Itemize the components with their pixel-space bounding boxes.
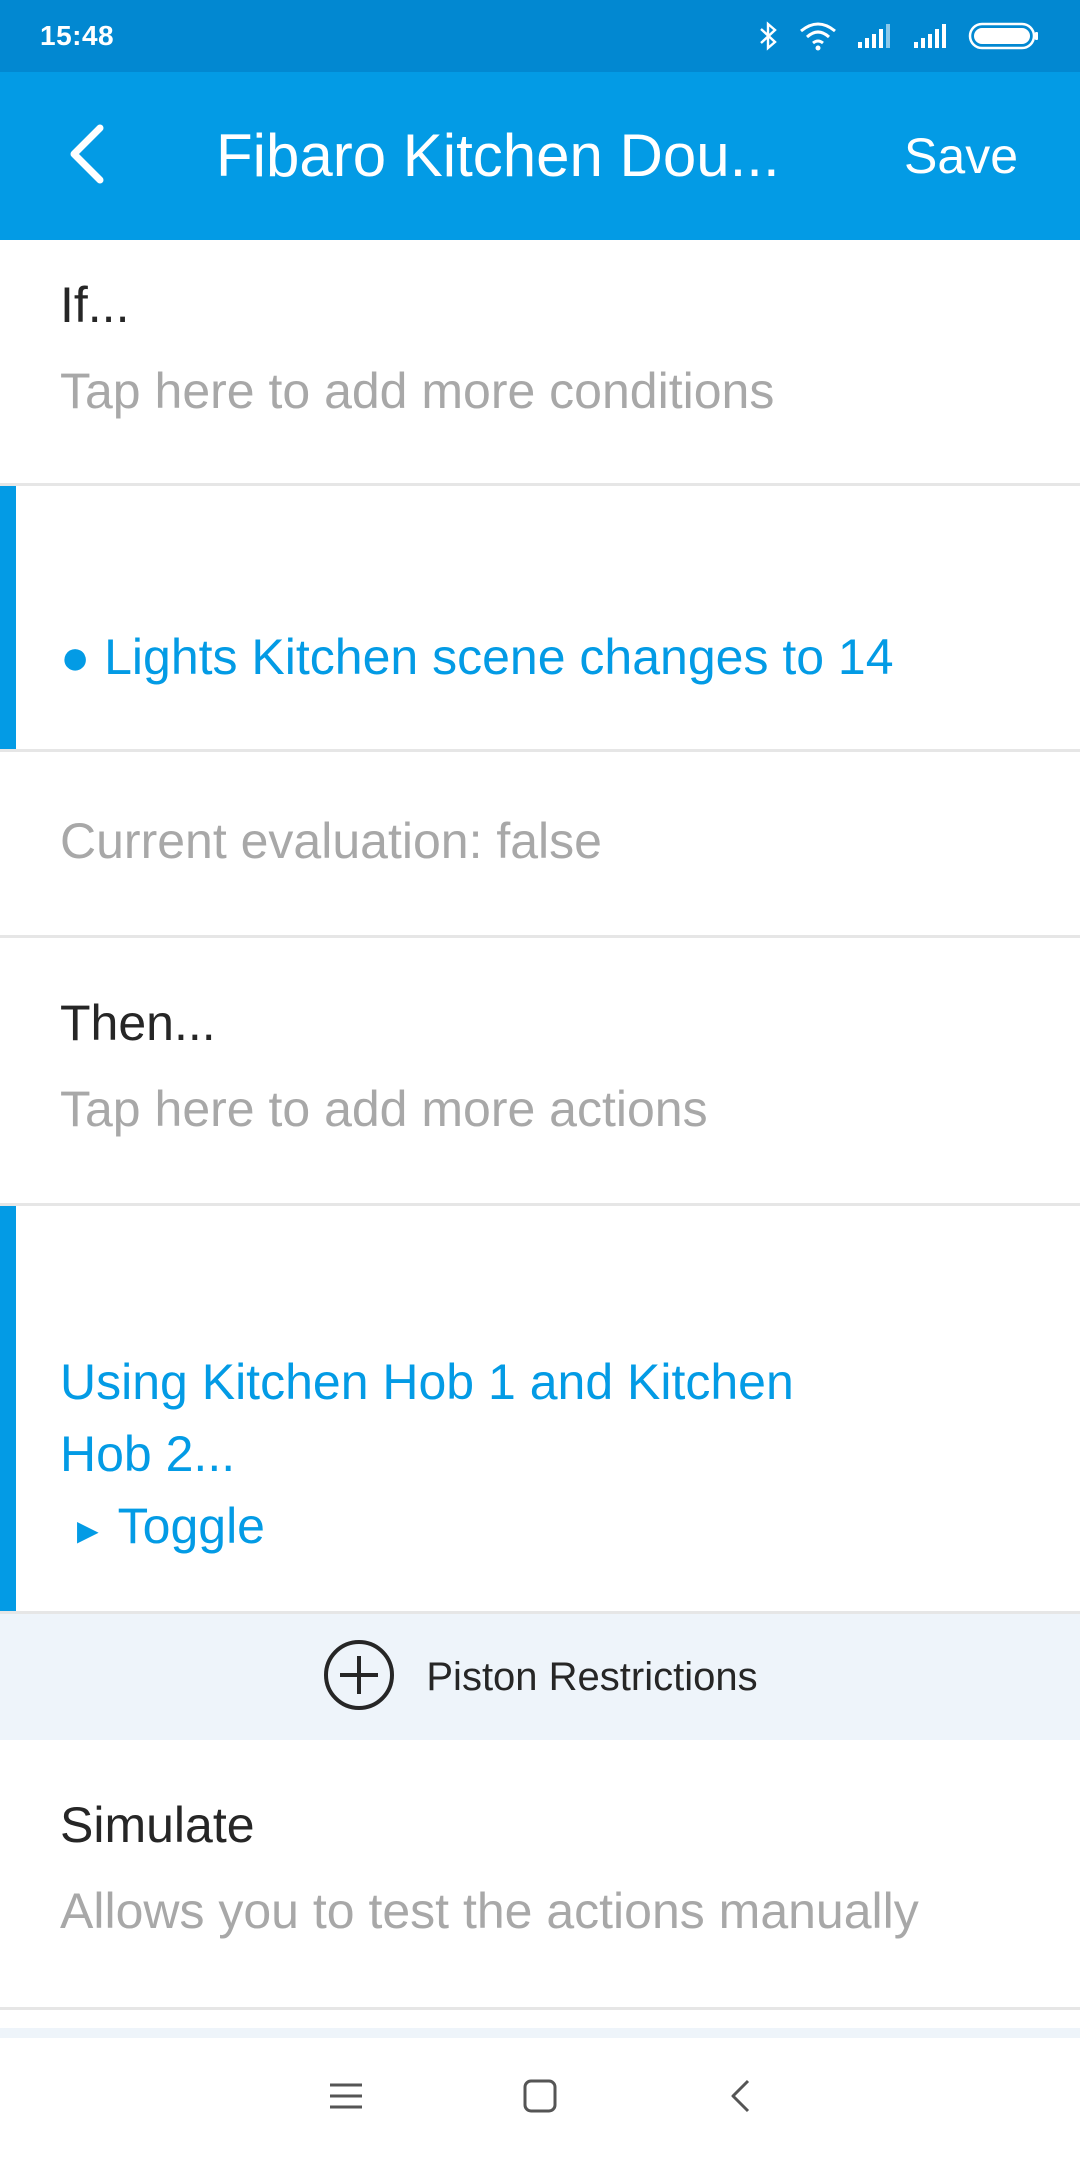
add-circle-icon xyxy=(322,1638,396,1717)
action-command-row: ► Toggle xyxy=(60,1490,794,1567)
piston-restrictions-label: Piston Restrictions xyxy=(426,1654,758,1699)
chevron-left-icon xyxy=(64,122,108,191)
action-device-text: Using Kitchen Hob 1 and Kitchen Hob 2...… xyxy=(60,1346,794,1567)
simulate-section[interactable]: Simulate Allows you to test the actions … xyxy=(0,1740,1080,2010)
signal-icon xyxy=(912,22,950,50)
condition-item[interactable]: ● Lights Kitchen scene changes to 14 xyxy=(0,486,1080,752)
condition-text: Lights Kitchen scene changes to 14 xyxy=(104,629,894,685)
condition-text-row: ● Lights Kitchen scene changes to 14 xyxy=(60,628,894,686)
play-arrow-icon: ► xyxy=(70,1510,106,1551)
app-bar: Fibaro Kitchen Dou... Save xyxy=(0,72,1080,240)
bluetooth-icon xyxy=(758,20,780,52)
if-title: If... xyxy=(60,277,130,333)
back-triangle-icon xyxy=(728,2078,752,2119)
piston-editor: If... Tap here to add more conditions ● … xyxy=(0,240,1080,2010)
menu-icon xyxy=(328,2081,364,2116)
add-actions-hint: Tap here to add more actions xyxy=(60,1081,708,1137)
then-title: Then... xyxy=(60,995,216,1051)
action-item[interactable]: Using Kitchen Hob 1 and Kitchen Hob 2...… xyxy=(0,1206,1080,1614)
status-time: 15:48 xyxy=(40,20,115,51)
wifi-icon xyxy=(798,20,838,52)
action-accent-bar xyxy=(0,1206,16,1611)
footer-divider xyxy=(0,2028,1080,2038)
menu-button[interactable] xyxy=(316,2068,376,2128)
condition-accent-bar xyxy=(0,486,16,749)
evaluation-section: Current evaluation: false xyxy=(0,752,1080,938)
if-section[interactable]: If... Tap here to add more conditions xyxy=(0,240,1080,486)
signal-icon xyxy=(856,22,894,50)
battery-icon xyxy=(968,21,1040,51)
page-title: Fibaro Kitchen Dou... xyxy=(216,122,780,189)
status-bar: 15:48 xyxy=(0,0,1080,72)
save-button[interactable]: Save xyxy=(904,126,1018,186)
status-icons xyxy=(758,20,1040,52)
add-conditions-hint: Tap here to add more conditions xyxy=(60,363,775,419)
home-square-icon xyxy=(522,2078,558,2119)
home-button[interactable] xyxy=(510,2068,570,2128)
action-devices-line-1: Using Kitchen Hob 1 and Kitchen xyxy=(60,1354,794,1410)
simulate-hint: Allows you to test the actions manually xyxy=(60,1883,919,1939)
system-nav-bar xyxy=(0,2038,1080,2160)
then-section[interactable]: Then... Tap here to add more actions xyxy=(0,938,1080,1206)
bullet-icon: ● xyxy=(60,629,91,685)
system-back-button[interactable] xyxy=(710,2068,770,2128)
current-evaluation: Current evaluation: false xyxy=(60,813,602,869)
action-devices-line-2: Hob 2... xyxy=(60,1426,236,1482)
simulate-title: Simulate xyxy=(60,1797,255,1853)
action-command: Toggle xyxy=(117,1498,265,1554)
piston-restrictions-button[interactable]: Piston Restrictions xyxy=(0,1614,1080,1740)
back-button[interactable] xyxy=(44,114,128,198)
